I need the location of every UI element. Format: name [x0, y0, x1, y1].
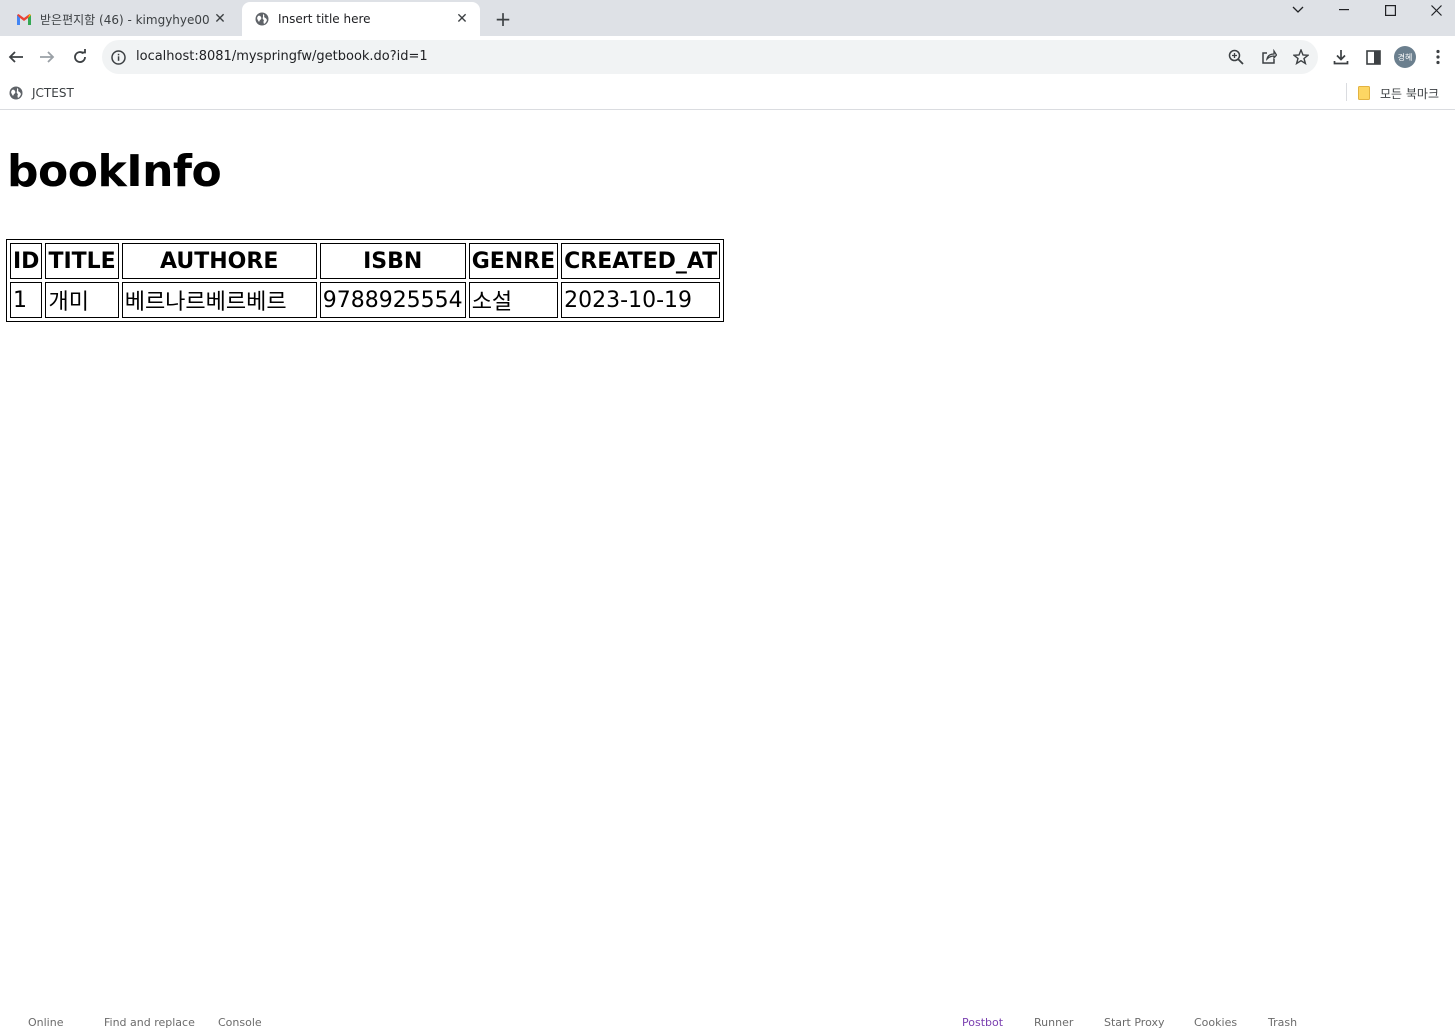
status-postbot[interactable]: Postbot	[962, 1017, 1003, 1028]
info-icon[interactable]	[110, 49, 126, 65]
more-menu-icon[interactable]	[1427, 46, 1449, 68]
minimize-icon	[1339, 9, 1349, 11]
reload-icon	[74, 49, 86, 63]
bookmark-jctest[interactable]: JCTEST	[8, 84, 74, 102]
browser-window: 받은편지함 (46) - kimgyhye001 ✕ Insert title …	[0, 0, 1455, 1028]
reload-button[interactable]	[65, 42, 95, 72]
back-button[interactable]	[1, 42, 31, 72]
column-header-isbn: ISBN	[319, 243, 466, 279]
page-title: bookInfo	[7, 146, 222, 197]
globe-icon	[254, 11, 270, 27]
maximize-icon	[1384, 4, 1396, 16]
column-header-id: ID	[10, 243, 43, 279]
all-bookmarks-button[interactable]: 모든 북마크	[1356, 84, 1439, 102]
cell-created-at: 2023-10-19	[561, 282, 721, 318]
tab-title: Insert title here	[278, 12, 371, 26]
tab-gmail[interactable]: 받은편지함 (46) - kimgyhye001 ✕	[8, 2, 238, 36]
tab-strip: 받은편지함 (46) - kimgyhye001 ✕ Insert title …	[0, 0, 1455, 36]
status-online[interactable]: Online	[28, 1017, 63, 1028]
status-trash[interactable]: Trash	[1268, 1017, 1297, 1028]
cell-title: 개미	[45, 282, 119, 318]
gmail-icon	[16, 11, 32, 27]
maximize-button[interactable]	[1367, 0, 1413, 20]
close-icon	[1430, 4, 1442, 16]
column-header-author: AUTHORE	[121, 243, 317, 279]
arrow-left-icon	[8, 51, 23, 63]
cell-genre: 소설	[468, 282, 559, 318]
bookmarks-bar: JCTEST 모든 북마크	[0, 78, 1455, 110]
forward-button[interactable]	[32, 42, 62, 72]
status-runner[interactable]: Runner	[1034, 1017, 1073, 1028]
minimize-button[interactable]	[1321, 0, 1367, 20]
table-header-row: ID TITLE AUTHORE ISBN GENRE CREATED_AT	[10, 243, 721, 279]
status-console[interactable]: Console	[218, 1017, 262, 1028]
table-row: 1 개미 베르나르베르베르 9788925554 소설 2023-10-19	[10, 282, 721, 318]
cell-id: 1	[10, 282, 43, 318]
status-cookies[interactable]: Cookies	[1194, 1017, 1237, 1028]
cell-author: 베르나르베르베르	[121, 282, 317, 318]
status-bar: Online Find and replace Console Postbot …	[0, 1016, 1455, 1028]
chevron-down-icon	[1292, 6, 1304, 13]
book-table: ID TITLE AUTHORE ISBN GENRE CREATED_AT 1…	[6, 239, 725, 322]
bookmark-label: JCTEST	[32, 86, 74, 100]
share-icon[interactable]	[1259, 47, 1279, 67]
address-bar[interactable]: localhost:8081/myspringfw/getbook.do?id=…	[102, 40, 1318, 74]
arrow-right-icon	[40, 51, 55, 63]
close-icon[interactable]: ✕	[452, 9, 472, 29]
close-icon[interactable]: ✕	[210, 9, 230, 29]
close-window-button[interactable]	[1413, 0, 1455, 20]
tab-search-button[interactable]	[1275, 0, 1321, 20]
column-header-created-at: CREATED_AT	[561, 243, 721, 279]
bookmarks-divider	[1346, 83, 1347, 101]
status-start-proxy[interactable]: Start Proxy	[1104, 1017, 1165, 1028]
avatar[interactable]: 경혜	[1394, 46, 1416, 68]
zoom-icon[interactable]	[1226, 47, 1246, 67]
toolbar: localhost:8081/myspringfw/getbook.do?id=…	[0, 36, 1455, 78]
cell-isbn: 9788925554	[319, 282, 466, 318]
tab-insert-title[interactable]: Insert title here ✕	[242, 2, 480, 36]
new-tab-button[interactable]: +	[490, 7, 516, 31]
tab-title: 받은편지함 (46) - kimgyhye001	[40, 12, 210, 27]
url-text: localhost:8081/myspringfw/getbook.do?id=…	[136, 49, 428, 64]
all-bookmarks-label: 모든 북마크	[1380, 86, 1440, 101]
status-find-replace[interactable]: Find and replace	[104, 1017, 195, 1028]
download-icon[interactable]	[1330, 46, 1352, 68]
side-panel-icon[interactable]	[1362, 46, 1384, 68]
globe-icon	[8, 85, 24, 101]
column-header-title: TITLE	[45, 243, 119, 279]
star-icon[interactable]	[1291, 47, 1311, 67]
folder-icon	[1356, 85, 1372, 101]
page-content: bookInfo ID TITLE AUTHORE ISBN GENRE CRE…	[0, 110, 1455, 1012]
column-header-genre: GENRE	[468, 243, 559, 279]
